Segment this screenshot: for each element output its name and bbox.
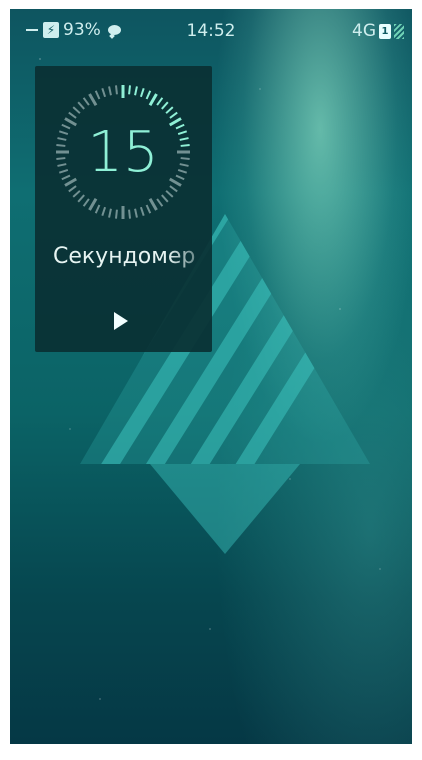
stopwatch-dial: 15 (49, 78, 197, 226)
home-screen: ⚡ 93% 14:52 4G 1 15 Секундомер (10, 9, 412, 744)
status-bar: ⚡ 93% 14:52 4G 1 (10, 9, 412, 53)
play-icon[interactable] (114, 312, 128, 330)
sim-card-icon: 1 (379, 23, 391, 39)
cover-title: Секундомер (53, 244, 196, 269)
stopwatch-cover[interactable]: 15 Секундомер (35, 66, 212, 352)
seconds-value: 15 (87, 119, 159, 185)
network-type: 4G (352, 21, 376, 41)
signal-strength-icon (394, 23, 404, 39)
status-right: 4G 1 (352, 21, 404, 41)
